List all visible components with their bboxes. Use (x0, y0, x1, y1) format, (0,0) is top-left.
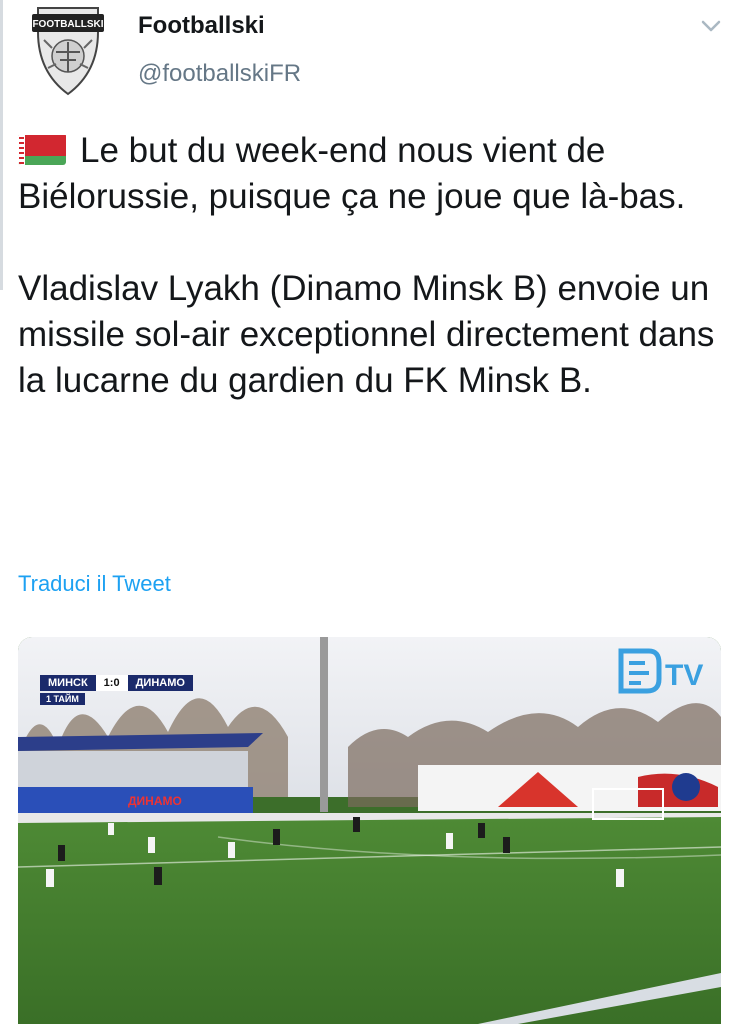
tweet-paragraph-2: Vladislav Lyakh (Dinamo Minsk B) envoie … (18, 269, 715, 400)
translate-tweet-link[interactable]: Traduci il Tweet (18, 571, 171, 597)
score-label: 1:0 (95, 675, 128, 691)
home-team-label: МИНСК (40, 675, 96, 691)
author-name[interactable]: Footballski (138, 12, 265, 40)
period-label: 1 ТАЙМ (40, 693, 85, 705)
avatar-text: FOOTBALLSKI (32, 19, 103, 30)
svg-text:ДИНАМО: ДИНАМО (128, 794, 182, 808)
channel-logo-text: TV (665, 659, 703, 692)
tweet-paragraph: Le but du week-end nous vient de Biéloru… (18, 128, 728, 220)
avatar[interactable]: FOOTBALLSKI (30, 2, 106, 98)
belarus-flag-icon (18, 133, 66, 165)
chevron-down-icon[interactable] (700, 18, 722, 34)
thread-line (0, 0, 3, 290)
tweet-text: Le but du week-end nous vient de Biéloru… (18, 128, 728, 404)
channel-logo-icon: TV (618, 648, 703, 694)
away-team-label: ДИНАМО (127, 675, 193, 691)
video-player[interactable]: ДИНАМО МИНСК 1:0 ДИНАМО 1 ТАЙМ TV (18, 637, 721, 1024)
scoreboard: МИНСК 1:0 ДИНАМО (40, 675, 193, 691)
author-handle[interactable]: @footballskiFR (138, 60, 301, 88)
tweet-paragraph-1: Le but du week-end nous vient de Biéloru… (18, 131, 686, 216)
crest-icon: FOOTBALLSKI (32, 7, 104, 96)
